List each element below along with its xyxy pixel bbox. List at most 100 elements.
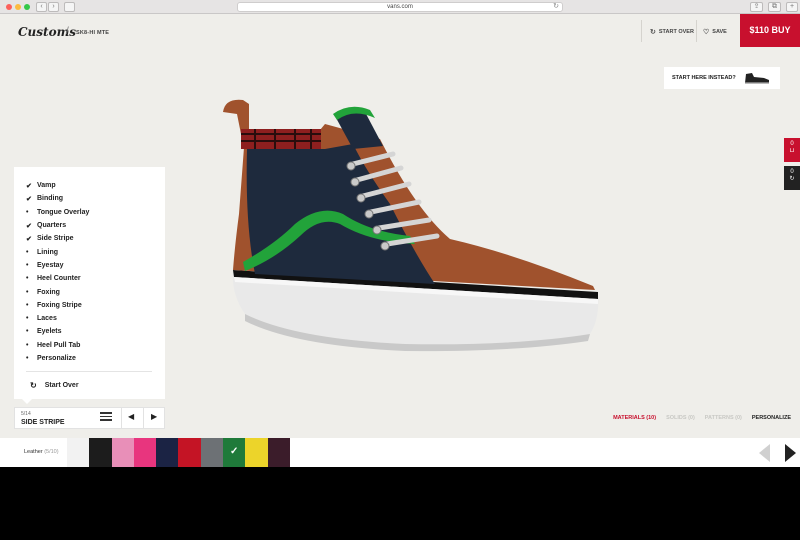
buy-button[interactable]: $110 BUY	[740, 14, 800, 47]
color-swatch[interactable]	[178, 438, 201, 467]
bullet-icon: •	[26, 208, 29, 216]
bullet-icon: •	[26, 288, 29, 296]
part-item-foxing-stripe[interactable]: • Foxing Stripe	[26, 299, 89, 312]
forward-button[interactable]: ›	[48, 2, 59, 12]
part-label: Lining	[37, 248, 58, 256]
header: Customs / SK8-HI MTE ↻ START OVER ♡ SAVE…	[0, 14, 800, 47]
part-label: Heel Counter	[37, 275, 81, 283]
bullet-icon: •	[26, 355, 29, 362]
bullet-icon: •	[26, 275, 29, 283]
panel-divider	[26, 371, 152, 372]
part-label: Vamp	[37, 182, 56, 190]
cart-tab[interactable]: 0 ⊔	[784, 138, 800, 162]
shoe-preview[interactable]	[215, 94, 610, 364]
header-divider	[641, 20, 642, 42]
part-item-personalize[interactable]: • Personalize	[26, 352, 89, 365]
save-button[interactable]: ♡ SAVE	[703, 28, 727, 36]
part-counter: 5/14	[21, 411, 31, 417]
bullet-icon: •	[26, 315, 29, 323]
color-swatch[interactable]	[89, 438, 112, 467]
color-swatch[interactable]	[67, 438, 90, 467]
bullet-icon: •	[26, 261, 29, 269]
tab-patterns[interactable]: PATTERNS (0)	[705, 415, 742, 421]
saved-tab[interactable]: 0 ↻	[784, 166, 800, 190]
part-label: Tongue Overlay	[37, 208, 90, 216]
part-item-heel-counter[interactable]: • Heel Counter	[26, 272, 89, 285]
close-window-button[interactable]	[6, 4, 12, 10]
address-bar[interactable]: vans.com ↻	[237, 2, 563, 12]
start-over-header-button[interactable]: ↻ START OVER	[650, 28, 694, 36]
part-item-heel-pull-tab[interactable]: • Heel Pull Tab	[26, 339, 89, 352]
cart-icon: ⊔	[789, 148, 795, 154]
zoom-window-button[interactable]	[24, 4, 30, 10]
back-button[interactable]: ‹	[36, 2, 47, 12]
bullet-icon: •	[26, 328, 29, 336]
part-label: Foxing Stripe	[37, 301, 82, 309]
color-swatch[interactable]	[111, 438, 134, 467]
new-tab-icon[interactable]: +	[786, 2, 798, 12]
checkmark-icon: ✔	[26, 182, 32, 190]
tab-solids[interactable]: SOLIDS (0)	[666, 415, 695, 421]
part-item-vamp[interactable]: ✔ Vamp	[26, 179, 89, 192]
part-label: Binding	[37, 195, 64, 203]
color-swatch[interactable]	[133, 438, 157, 467]
part-label: Eyelets	[37, 328, 62, 336]
color-swatch[interactable]	[245, 438, 268, 467]
save-label: SAVE	[712, 29, 727, 35]
part-item-tongue-overlay[interactable]: • Tongue Overlay	[26, 206, 89, 219]
bullet-icon: •	[26, 248, 29, 256]
parts-list: ✔ Vamp ✔ Binding • Tongue Overlay ✔ Quarters…	[26, 179, 89, 365]
next-part-button[interactable]: ▶	[151, 412, 157, 421]
sidebar-toggle-button[interactable]	[64, 2, 75, 12]
part-label: Foxing	[37, 288, 60, 296]
tab-personalize[interactable]: PERSONALIZE	[752, 415, 791, 421]
swatch-next-arrow-icon[interactable]	[785, 444, 796, 462]
part-label: Laces	[37, 315, 57, 323]
bullet-icon: •	[26, 341, 29, 349]
cart-count: 0	[790, 141, 794, 147]
minimize-window-button[interactable]	[15, 4, 21, 10]
previous-part-button[interactable]: ◀	[128, 412, 134, 421]
selector-divider	[143, 408, 144, 428]
swatch-prev-arrow-icon[interactable]	[759, 444, 770, 462]
start-here-instead-button[interactable]: START HERE INSTEAD?	[664, 67, 780, 89]
panel-pointer	[22, 399, 32, 404]
swatch-bar: Leather (5/10) ✓	[0, 438, 800, 467]
start-over-label: START OVER	[658, 29, 694, 35]
part-item-side-stripe[interactable]: ✔ Side Stripe	[26, 232, 89, 245]
start-over-button[interactable]: ↻ Start Over	[30, 381, 79, 390]
refresh-icon: ↻	[650, 29, 656, 36]
url-text: vans.com	[387, 4, 413, 10]
part-label: Heel Pull Tab	[37, 341, 81, 349]
color-swatches: ✓	[67, 438, 290, 467]
reload-icon[interactable]: ↻	[553, 3, 559, 11]
color-swatch[interactable]	[267, 438, 290, 467]
start-here-label: START HERE INSTEAD?	[672, 75, 736, 81]
part-item-eyelets[interactable]: • Eyelets	[26, 325, 89, 338]
color-swatch[interactable]: ✓	[223, 438, 246, 467]
color-swatch[interactable]	[156, 438, 179, 467]
material-label: Leather (5/10)	[24, 449, 59, 455]
tabs-icon[interactable]: ⧉	[768, 2, 781, 12]
checkmark-icon: ✔	[26, 235, 32, 243]
menu-icon[interactable]	[100, 412, 112, 422]
part-item-quarters[interactable]: ✔ Quarters	[26, 219, 89, 232]
share-icon[interactable]: ⇪	[750, 2, 763, 12]
shoe-thumbnail-icon	[745, 73, 769, 84]
material-count: (5/10)	[44, 449, 59, 455]
part-item-binding[interactable]: ✔ Binding	[26, 192, 89, 205]
tab-materials[interactable]: MATERIALS (10)	[613, 415, 656, 421]
part-label: Side Stripe	[37, 235, 74, 243]
parts-panel: ✔ Vamp ✔ Binding • Tongue Overlay ✔ Quarters…	[14, 167, 165, 399]
saved-icon: ↻	[789, 176, 795, 182]
color-swatch[interactable]	[200, 438, 224, 467]
part-item-lining[interactable]: • Lining	[26, 245, 89, 258]
saved-count: 0	[790, 169, 794, 175]
part-item-eyestay[interactable]: • Eyestay	[26, 259, 89, 272]
selector-divider	[121, 408, 122, 428]
part-item-laces[interactable]: • Laces	[26, 312, 89, 325]
part-item-foxing[interactable]: • Foxing	[26, 285, 89, 298]
selected-check-icon: ✓	[230, 446, 239, 457]
material-name: Leather	[24, 449, 43, 455]
browser-toolbar: ‹ › vans.com ↻ ⇪ ⧉ +	[0, 0, 800, 14]
